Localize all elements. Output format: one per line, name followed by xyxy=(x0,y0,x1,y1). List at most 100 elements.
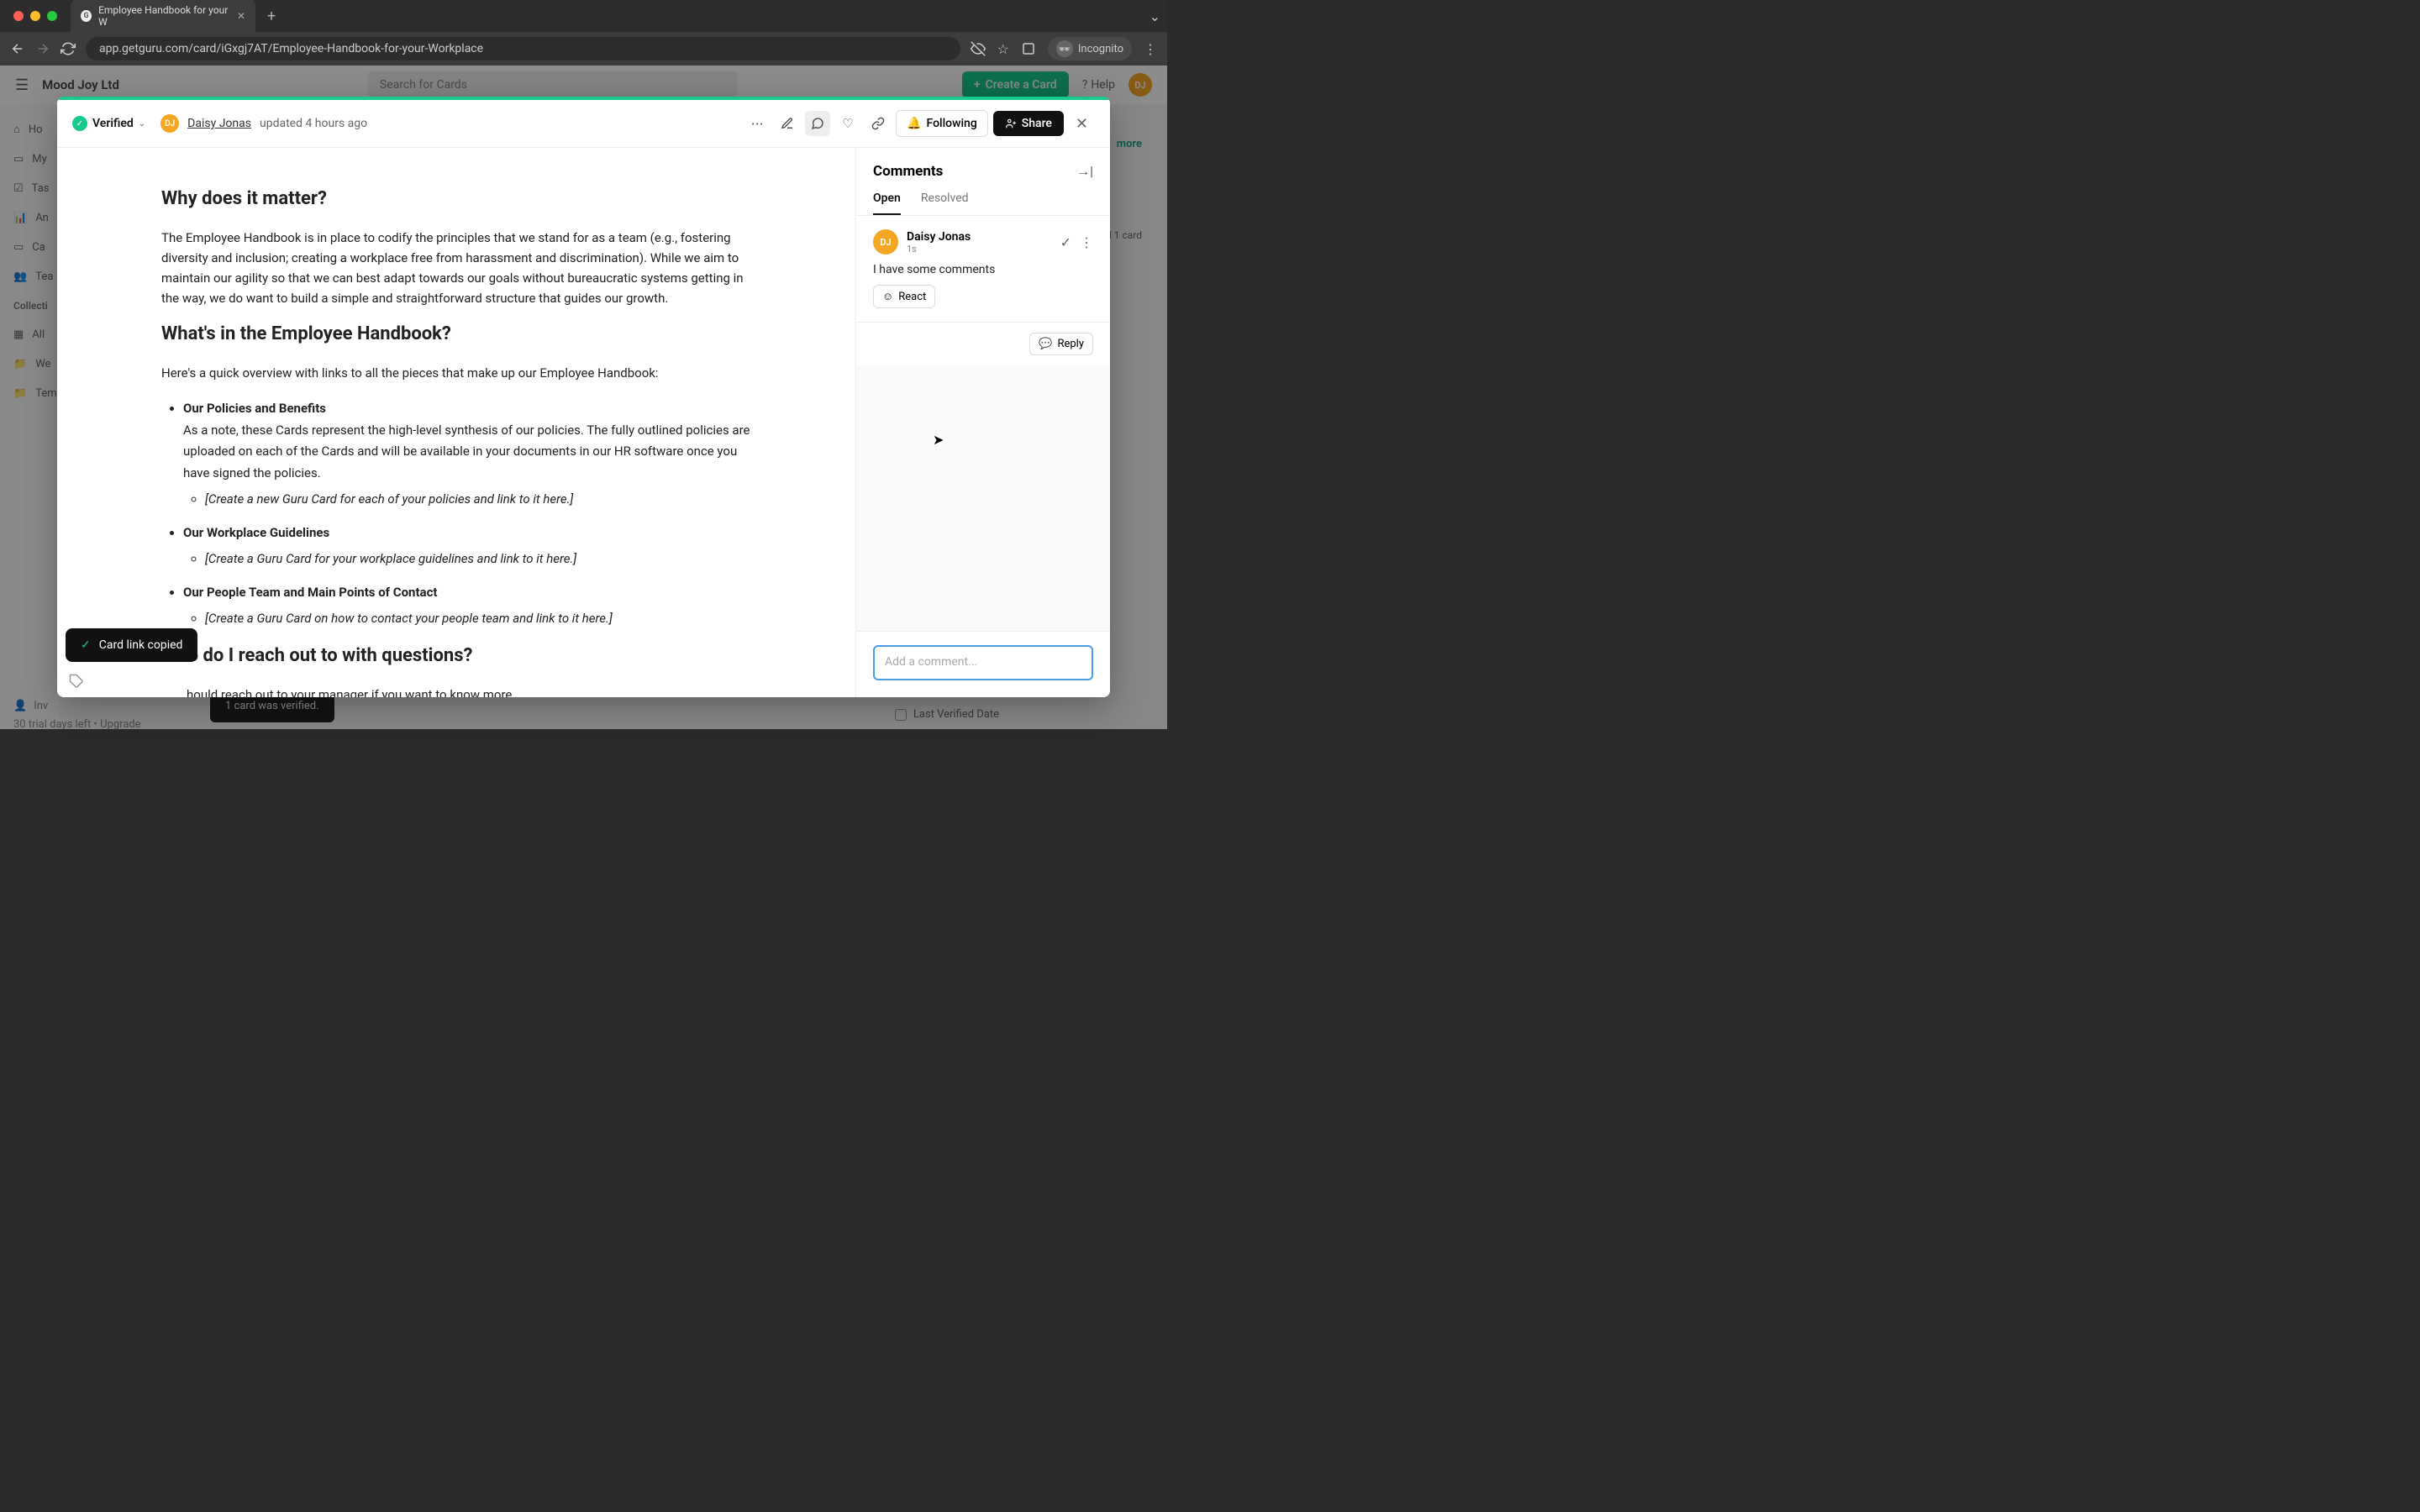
following-button[interactable]: 🔔 Following xyxy=(896,110,988,137)
tab-title: Employee Handbook for your W xyxy=(98,4,230,28)
sidebar-item[interactable]: ⌂Ho xyxy=(0,114,59,144)
org-name: Mood Joy Ltd xyxy=(42,77,119,92)
incognito-icon: 🕶 xyxy=(1056,40,1073,57)
more-button[interactable]: ⋯ xyxy=(744,111,770,136)
toast-notification: ✓ Card link copied xyxy=(66,628,197,662)
trial-status[interactable]: 👤 Inv xyxy=(13,700,48,712)
comments-title: Comments xyxy=(873,163,943,180)
sidebar-item[interactable]: 📁Tem xyxy=(0,379,59,408)
share-icon xyxy=(1005,118,1017,129)
checkbox-icon[interactable] xyxy=(895,709,907,721)
reply-icon: 💬 xyxy=(1039,338,1052,350)
comment-author: Daisy Jonas xyxy=(907,230,971,244)
back-button[interactable] xyxy=(10,41,25,56)
sidebar-item[interactable]: ▭Ca xyxy=(0,233,59,262)
close-tab-icon[interactable]: ✕ xyxy=(237,10,245,22)
comments-tabs: Open Resolved xyxy=(856,180,1110,216)
card-modal: ✓ Verified ⌄ DJ Daisy Jonas updated 4 ho… xyxy=(57,97,1110,697)
browser-tab[interactable]: G Employee Handbook for your W ✕ xyxy=(71,0,255,33)
verified-badge[interactable]: ✓ Verified ⌄ xyxy=(72,116,145,131)
reload-button[interactable] xyxy=(60,41,76,56)
edit-button[interactable] xyxy=(775,111,800,136)
menu-icon[interactable]: ☰ xyxy=(15,76,29,94)
comment-menu-icon[interactable]: ⋮ xyxy=(1080,234,1093,250)
sidebar-item[interactable]: 📁We xyxy=(0,349,59,379)
tag-icon[interactable] xyxy=(69,674,84,689)
person-icon: 👤 xyxy=(13,700,27,712)
paragraph-partial: hould reach out to your manager if you w… xyxy=(187,685,763,698)
tab-open[interactable]: Open xyxy=(873,192,901,215)
comments-panel: Comments →| Open Resolved DJ Daisy Jonas… xyxy=(856,148,1110,697)
sidebar-heading: Collecti xyxy=(0,291,59,320)
grid-icon: ▦ xyxy=(13,328,24,341)
trial-days[interactable]: 30 trial days left • Upgrade xyxy=(13,718,141,731)
eye-off-icon[interactable] xyxy=(971,41,986,56)
close-window-button[interactable] xyxy=(13,11,24,21)
sidebar-item[interactable]: ☑Tas xyxy=(0,174,59,203)
react-button[interactable]: ☺ React xyxy=(873,285,935,308)
tab-resolved[interactable]: Resolved xyxy=(921,192,969,215)
sidebar-item[interactable]: ▭My xyxy=(0,144,59,174)
help-icon: ? xyxy=(1082,78,1088,92)
card-content: Why does it matter? The Employee Handboo… xyxy=(57,148,856,697)
close-icon[interactable]: ✕ xyxy=(1069,112,1095,136)
sidebar-item[interactable]: 👥Tea xyxy=(0,262,59,291)
paragraph: Here's a quick overview with links to al… xyxy=(161,363,763,383)
comment-avatar: DJ xyxy=(873,229,898,255)
paragraph: The Employee Handbook is in place to cod… xyxy=(161,228,763,308)
sidebar-item[interactable]: 📊An xyxy=(0,203,59,233)
url-input[interactable]: app.getguru.com/card/iGxgj7AT/Employee-H… xyxy=(86,37,960,60)
last-verified-filter[interactable]: Last Verified Date xyxy=(895,708,999,721)
card-header: ✓ Verified ⌄ DJ Daisy Jonas updated 4 ho… xyxy=(57,100,1110,148)
check-icon: ✓ xyxy=(81,638,91,652)
star-icon[interactable]: ☆ xyxy=(997,41,1009,57)
address-bar: app.getguru.com/card/iGxgj7AT/Employee-H… xyxy=(0,32,1167,66)
incognito-badge: 🕶 Incognito xyxy=(1048,37,1132,60)
placeholder-text: [Create a new Guru Card for each of your… xyxy=(205,491,573,507)
bell-icon: 🔔 xyxy=(907,117,921,130)
comments-button[interactable] xyxy=(805,111,830,136)
list-item: Our Workplace Guidelines [Create a Guru … xyxy=(183,522,763,570)
heading-whats-in: What's in the Employee Handbook? xyxy=(161,323,763,344)
collapse-panel-icon[interactable]: →| xyxy=(1076,163,1093,180)
new-tab-button[interactable]: + xyxy=(262,8,281,25)
comment-time: 1s xyxy=(907,244,971,255)
chart-icon: 📊 xyxy=(13,212,27,224)
home-icon: ⌂ xyxy=(13,123,20,136)
chevron-down-icon: ⌄ xyxy=(139,119,145,129)
browser-tab-bar: G Employee Handbook for your W ✕ + ⌄ xyxy=(0,0,1167,32)
user-avatar[interactable]: DJ xyxy=(1128,73,1152,97)
menu-icon[interactable]: ⋮ xyxy=(1144,41,1157,57)
window-controls xyxy=(7,11,64,21)
check-icon: ✓ xyxy=(72,116,87,131)
share-button[interactable]: Share xyxy=(993,111,1064,136)
maximize-window-button[interactable] xyxy=(47,11,57,21)
folder-icon: 📁 xyxy=(13,387,27,400)
favorite-button[interactable]: ♡ xyxy=(835,111,860,136)
placeholder-text: [Create a Guru Card for your workplace g… xyxy=(205,551,576,566)
updated-text: updated 4 hours ago xyxy=(260,117,367,130)
link-button[interactable] xyxy=(865,111,891,136)
bookmark-icon: ▭ xyxy=(13,153,24,165)
resolve-icon[interactable]: ✓ xyxy=(1060,234,1071,250)
heading-who: Who do I reach out to with questions? xyxy=(161,645,763,666)
extensions-icon[interactable] xyxy=(1021,41,1036,56)
search-input[interactable]: Search for Cards xyxy=(368,71,738,98)
author-link[interactable]: Daisy Jonas xyxy=(187,117,251,130)
minimize-window-button[interactable] xyxy=(30,11,40,21)
create-card-button[interactable]: + Create a Card xyxy=(962,71,1069,98)
forward-button[interactable] xyxy=(35,41,50,56)
smile-icon: ☺ xyxy=(882,290,893,303)
author-avatar: DJ xyxy=(160,114,179,133)
comment-text: I have some comments xyxy=(873,263,1093,276)
sidebar-item[interactable]: ▦All xyxy=(0,320,59,349)
card-icon: ▭ xyxy=(13,241,24,254)
more-link[interactable]: more xyxy=(1117,138,1142,150)
tab-favicon: G xyxy=(81,10,92,22)
comment-input[interactable] xyxy=(873,645,1093,680)
folder-icon: 📁 xyxy=(13,358,27,370)
reply-button[interactable]: 💬 Reply xyxy=(1029,333,1093,355)
verified-label: Verified xyxy=(92,117,134,130)
tabs-dropdown-icon[interactable]: ⌄ xyxy=(1150,8,1160,24)
help-button[interactable]: ? Help xyxy=(1082,78,1115,92)
